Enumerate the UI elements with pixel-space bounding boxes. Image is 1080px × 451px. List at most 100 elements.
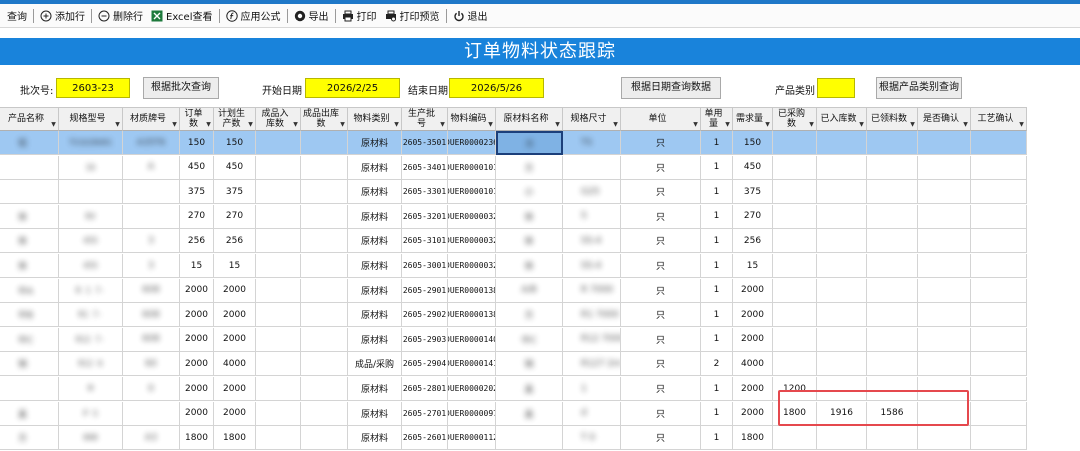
table-cell[interactable]: 销 <box>496 352 563 377</box>
column-header[interactable]: 规格型号 ▼ <box>59 107 123 131</box>
table-cell[interactable]: 2605-2904 <box>402 352 448 377</box>
table-cell[interactable] <box>918 426 971 451</box>
table-cell[interactable]: 2000 <box>180 352 214 377</box>
table-cell[interactable] <box>301 352 348 377</box>
table-cell[interactable] <box>0 155 59 180</box>
table-cell[interactable]: 270 <box>214 204 256 229</box>
table-cell[interactable] <box>817 254 867 278</box>
table-row[interactable]: 中A R 1 7- 608 2000 2000 原材料 2605-2901 DUER00001… <box>0 278 1080 303</box>
table-cell[interactable]: DUER0000032 <box>448 229 496 254</box>
table-cell[interactable]: 原材料 <box>348 303 402 328</box>
table-cell[interactable]: 0 <box>123 377 180 401</box>
table-cell[interactable] <box>0 377 59 401</box>
table-cell[interactable]: 2000 <box>180 401 214 426</box>
table-cell[interactable] <box>123 401 180 426</box>
table-cell[interactable]: 体 <box>0 229 59 254</box>
table-cell[interactable] <box>971 401 1027 426</box>
table-row[interactable]: 铝 TS1U20U01 A35T6 150 150 原材料 2605-3501 DUER000… <box>0 131 1080 155</box>
table-cell[interactable]: 1 <box>701 327 733 352</box>
table-cell[interactable]: 2000 <box>180 303 214 328</box>
table-cell[interactable]: 2605-2903 <box>402 327 448 352</box>
table-cell[interactable] <box>301 254 348 278</box>
table-cell[interactable] <box>256 352 301 377</box>
table-cell[interactable]: 1 <box>701 401 733 426</box>
table-cell[interactable]: 2000 <box>180 278 214 303</box>
table-cell[interactable]: 体 <box>496 204 563 229</box>
table-cell[interactable]: 1800 <box>733 426 773 451</box>
table-cell[interactable] <box>867 278 918 303</box>
table-cell[interactable]: S <box>563 204 621 229</box>
table-cell[interactable]: A3 <box>123 426 180 451</box>
table-cell[interactable] <box>918 155 971 180</box>
table-cell[interactable]: 2605-3301 <box>402 180 448 205</box>
table-cell[interactable]: 原材料 <box>348 180 402 205</box>
table-cell[interactable] <box>256 303 301 328</box>
column-header[interactable]: 规格尺寸 ▼ <box>563 107 621 131</box>
table-cell[interactable]: 铝 <box>0 131 59 155</box>
table-cell[interactable]: 2000 <box>180 327 214 352</box>
table-cell[interactable] <box>301 303 348 328</box>
table-cell[interactable] <box>256 131 301 155</box>
table-cell[interactable]: 1 <box>701 426 733 451</box>
table-cell[interactable]: 小 <box>496 180 563 205</box>
table-cell[interactable]: 1800 <box>214 426 256 451</box>
table-cell[interactable]: 2000 <box>733 327 773 352</box>
column-header[interactable]: 工艺确认 ▼ <box>971 107 1027 131</box>
table-cell[interactable] <box>817 131 867 155</box>
table-cell[interactable] <box>918 204 971 229</box>
table-cell[interactable]: 原材料 <box>348 155 402 180</box>
table-cell[interactable]: M <box>59 377 123 401</box>
table-cell[interactable]: 1 <box>563 377 621 401</box>
table-cell[interactable]: TS1U20U01 <box>59 131 123 155</box>
table-cell[interactable]: 2000 <box>733 278 773 303</box>
export-button[interactable]: 导出 <box>290 6 333 26</box>
add-row-button[interactable]: 添加行 <box>36 6 89 26</box>
table-cell[interactable]: A35T6 <box>123 131 180 155</box>
table-cell[interactable]: 1 <box>701 180 733 205</box>
start-date-input[interactable] <box>305 78 400 98</box>
table-cell[interactable]: 2000 <box>180 377 214 401</box>
table-cell[interactable] <box>867 303 918 328</box>
table-cell[interactable]: 1800 <box>180 426 214 451</box>
table-cell[interactable]: 只 <box>621 278 701 303</box>
table-cell[interactable] <box>773 327 817 352</box>
table-cell[interactable] <box>256 229 301 254</box>
table-row[interactable]: 体 455 3 15 15 原材料 2605-3001 DUER0000032 体 SS-4 只 1 1… <box>0 254 1080 278</box>
filter-dropdown-icon[interactable]: ▼ <box>50 121 57 128</box>
table-cell[interactable]: 只 <box>621 131 701 155</box>
table-cell[interactable]: 256 <box>214 229 256 254</box>
table-cell[interactable]: 2605-3401 <box>402 155 448 180</box>
table-cell[interactable]: 1 <box>701 254 733 278</box>
product-category-input[interactable] <box>817 78 855 98</box>
table-cell[interactable]: DUER0000112 <box>448 426 496 451</box>
column-header[interactable]: 产品名称 ▼ <box>0 107 59 131</box>
table-cell[interactable] <box>971 229 1027 254</box>
table-cell[interactable]: 中B <box>0 303 59 328</box>
table-cell[interactable]: G25 <box>563 180 621 205</box>
table-cell[interactable]: 原材料 <box>348 377 402 401</box>
table-cell[interactable] <box>971 155 1027 180</box>
table-cell[interactable] <box>971 377 1027 401</box>
table-cell[interactable]: 2605-3501 <box>402 131 448 155</box>
table-cell[interactable]: 2000 <box>214 303 256 328</box>
table-cell[interactable] <box>867 426 918 451</box>
table-cell[interactable] <box>817 229 867 254</box>
table-cell[interactable]: 608 <box>123 303 180 328</box>
table-cell[interactable] <box>773 131 817 155</box>
column-header[interactable]: 成品出库数 ▼ <box>301 107 348 131</box>
table-cell[interactable]: 256 <box>180 229 214 254</box>
column-header[interactable]: 已采购数 ▼ <box>773 107 817 131</box>
table-cell[interactable]: 1 <box>701 377 733 401</box>
table-cell[interactable]: 450 <box>733 155 773 180</box>
table-cell[interactable]: R1 7000 <box>563 303 621 328</box>
table-cell[interactable]: DUER0000138 <box>448 303 496 328</box>
table-cell[interactable]: 1 <box>701 204 733 229</box>
table-cell[interactable]: DUER0000097 <box>448 401 496 426</box>
table-cell[interactable] <box>773 254 817 278</box>
table-cell[interactable] <box>301 131 348 155</box>
filter-dropdown-icon[interactable]: ▼ <box>692 121 699 128</box>
column-header[interactable]: 计划生产数 ▼ <box>214 107 256 131</box>
column-header[interactable]: 已入库数 ▼ <box>817 107 867 131</box>
table-cell[interactable]: 375 <box>180 180 214 205</box>
table-cell[interactable]: 2605-3101 <box>402 229 448 254</box>
